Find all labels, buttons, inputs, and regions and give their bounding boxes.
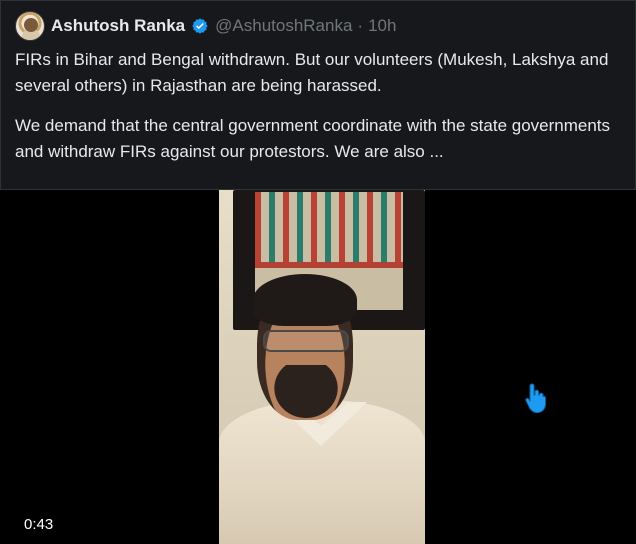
author-name[interactable]: Ashutosh Ranka [51, 16, 185, 36]
person-hair [253, 274, 357, 326]
tweet-card[interactable]: Ashutosh Ranka @AshutoshRanka · 10h FIRs… [0, 0, 636, 190]
person-beard [269, 365, 343, 423]
video-duration: 0:43 [24, 516, 54, 533]
verified-badge-icon [192, 18, 208, 34]
tweet-body: FIRs in Bihar and Bengal withdrawn. But … [15, 47, 625, 165]
video-frame[interactable] [219, 190, 425, 544]
hand-pointer-icon [525, 383, 546, 414]
tweet-paragraph-2[interactable]: We demand that the central government co… [15, 113, 625, 165]
separator-dot: · [357, 16, 364, 35]
tweet-paragraph-1: FIRs in Bihar and Bengal withdrawn. But … [15, 50, 609, 95]
avatar[interactable] [15, 11, 45, 41]
person-glasses [263, 330, 349, 352]
tweet-header: Ashutosh Ranka @AshutoshRanka · 10h [15, 11, 396, 41]
timestamp-link[interactable]: 10h [368, 16, 396, 36]
video-player[interactable]: 0:43 [0, 190, 636, 544]
author-handle[interactable]: @AshutoshRanka [215, 16, 352, 36]
